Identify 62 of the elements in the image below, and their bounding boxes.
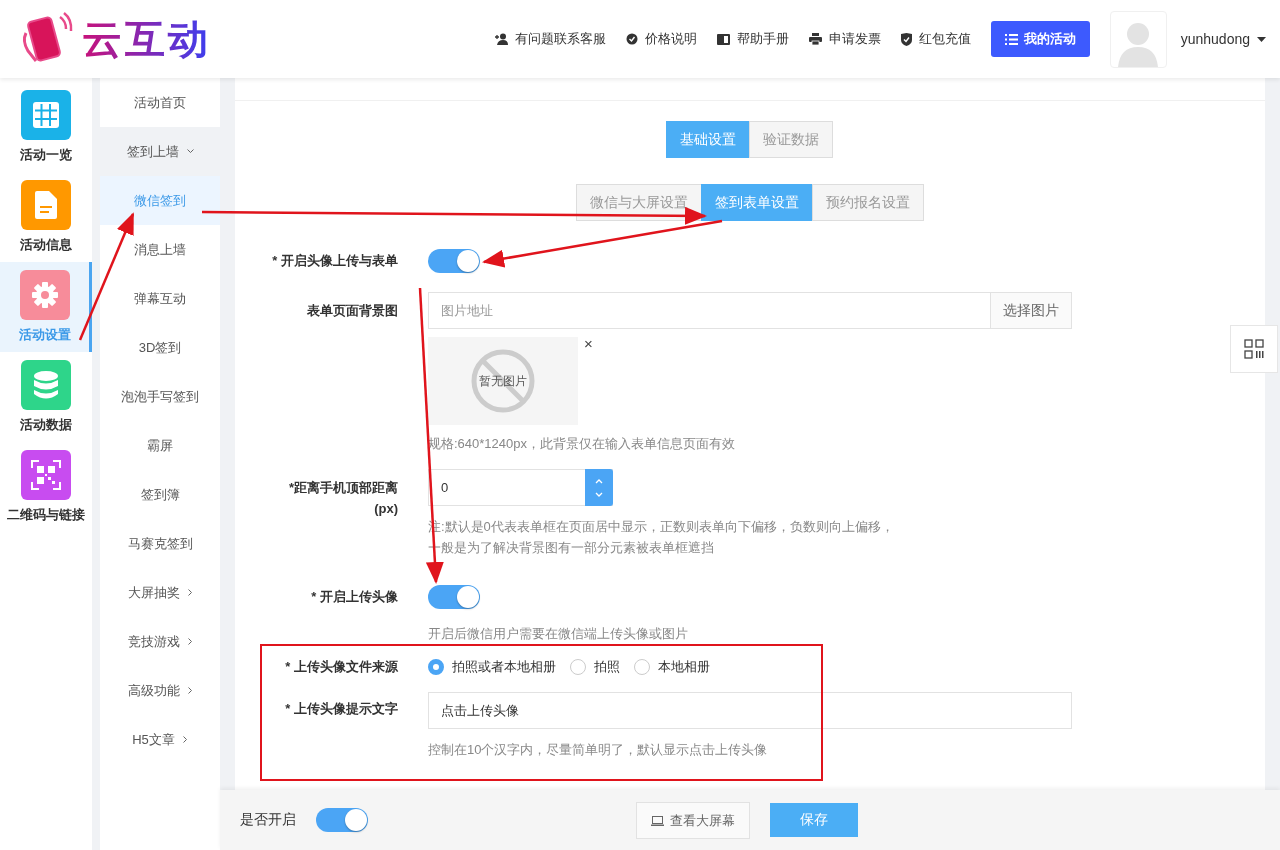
no-image-text: 暂无图片 <box>479 372 527 390</box>
image-url-field[interactable]: 图片地址 <box>428 292 991 329</box>
sidebar-item[interactable]: 活动一览 <box>0 82 92 172</box>
menu-item[interactable]: 高级功能 <box>100 666 220 715</box>
menu-item[interactable]: 竞技游戏 <box>100 617 220 666</box>
monitor-icon <box>651 815 664 826</box>
field-label: * 上传头像提示文字 <box>285 700 398 718</box>
chevron-right-icon <box>187 638 193 645</box>
user-menu[interactable]: yunhudong <box>1180 31 1266 47</box>
no-image-icon <box>471 349 535 413</box>
sidebar-item[interactable]: 活动数据 <box>0 352 92 442</box>
radio-option[interactable]: 本地相册 <box>634 658 710 676</box>
nav-link[interactable]: 申请发票 <box>808 30 881 48</box>
remove-button[interactable]: × <box>580 337 597 351</box>
grid-icon <box>1244 339 1264 359</box>
toggle-switch[interactable] <box>428 249 480 273</box>
chevron-right-icon <box>187 589 193 596</box>
spinner-buttons[interactable] <box>585 469 613 506</box>
nav-link[interactable]: 价格说明 <box>625 30 697 48</box>
radio-option[interactable]: 拍照 <box>570 658 620 676</box>
menu-item[interactable]: 霸屏 <box>100 421 220 470</box>
menu-item[interactable]: 签到簿 <box>100 470 220 519</box>
shield-check-icon <box>900 32 912 46</box>
toggle-switch[interactable] <box>428 585 480 609</box>
toggle-switch[interactable] <box>316 808 368 832</box>
my-activities-button[interactable]: 我的活动 <box>990 21 1090 57</box>
field-label: * 上传头像文件来源 <box>285 658 398 676</box>
menu-item[interactable]: 泡泡手写签到 <box>100 372 220 421</box>
chevron-down-icon <box>186 149 194 154</box>
nav-link[interactable]: 有问题联系客服 <box>494 30 606 48</box>
menu-item[interactable]: 马赛克签到 <box>100 519 220 568</box>
hint-text: 控制在10个汉字内，尽量简单明了，默认显示点击上传头像 <box>428 741 769 759</box>
number-field[interactable]: 0 <box>428 469 613 506</box>
menu-item[interactable]: 消息上墙 <box>100 225 220 274</box>
chevron-right-icon <box>182 736 188 743</box>
menu-item[interactable]: 大屏抽奖 <box>100 568 220 617</box>
list-icon <box>1004 33 1018 45</box>
radio-option[interactable]: 拍照或者本地相册 <box>428 658 556 676</box>
caret-icon <box>1257 36 1266 42</box>
choose-image-button[interactable]: 选择图片 <box>991 292 1072 329</box>
menu-item[interactable]: 3D签到 <box>100 323 220 372</box>
chevron-right-icon <box>187 687 193 694</box>
book-icon <box>716 33 730 45</box>
hint-text: 开启后微信用户需要在微信端上传头像或图片 <box>428 625 689 643</box>
field-label: * 开启上传头像 <box>311 588 398 606</box>
floating-grid-button[interactable] <box>1230 325 1278 373</box>
sidebar-item[interactable]: 活动信息 <box>0 172 92 262</box>
field-label: *距离手机顶部距离 (px) <box>287 479 398 518</box>
menu-item[interactable]: H5文章 <box>100 715 220 764</box>
field-label: 表单页面背景图 <box>307 302 398 320</box>
field-label: * 开启头像上传与表单 <box>272 252 398 270</box>
sidebar-item[interactable]: 二维码与链接 <box>0 442 92 532</box>
menu-item[interactable]: 签到上墙 <box>100 127 220 176</box>
nav-link[interactable]: 红包充值 <box>900 30 971 48</box>
printer-icon <box>808 33 822 45</box>
enable-label: 是否开启 <box>240 811 296 829</box>
nav-link[interactable]: 帮助手册 <box>716 30 789 48</box>
preview-button[interactable]: 查看大屏幕 <box>636 802 750 839</box>
menu-item[interactable]: 弹幕互动 <box>100 274 220 323</box>
user-add-icon <box>494 33 508 45</box>
text-field[interactable]: 点击上传头像 <box>428 692 1072 729</box>
menu-item[interactable]: 活动首页 <box>100 78 220 127</box>
